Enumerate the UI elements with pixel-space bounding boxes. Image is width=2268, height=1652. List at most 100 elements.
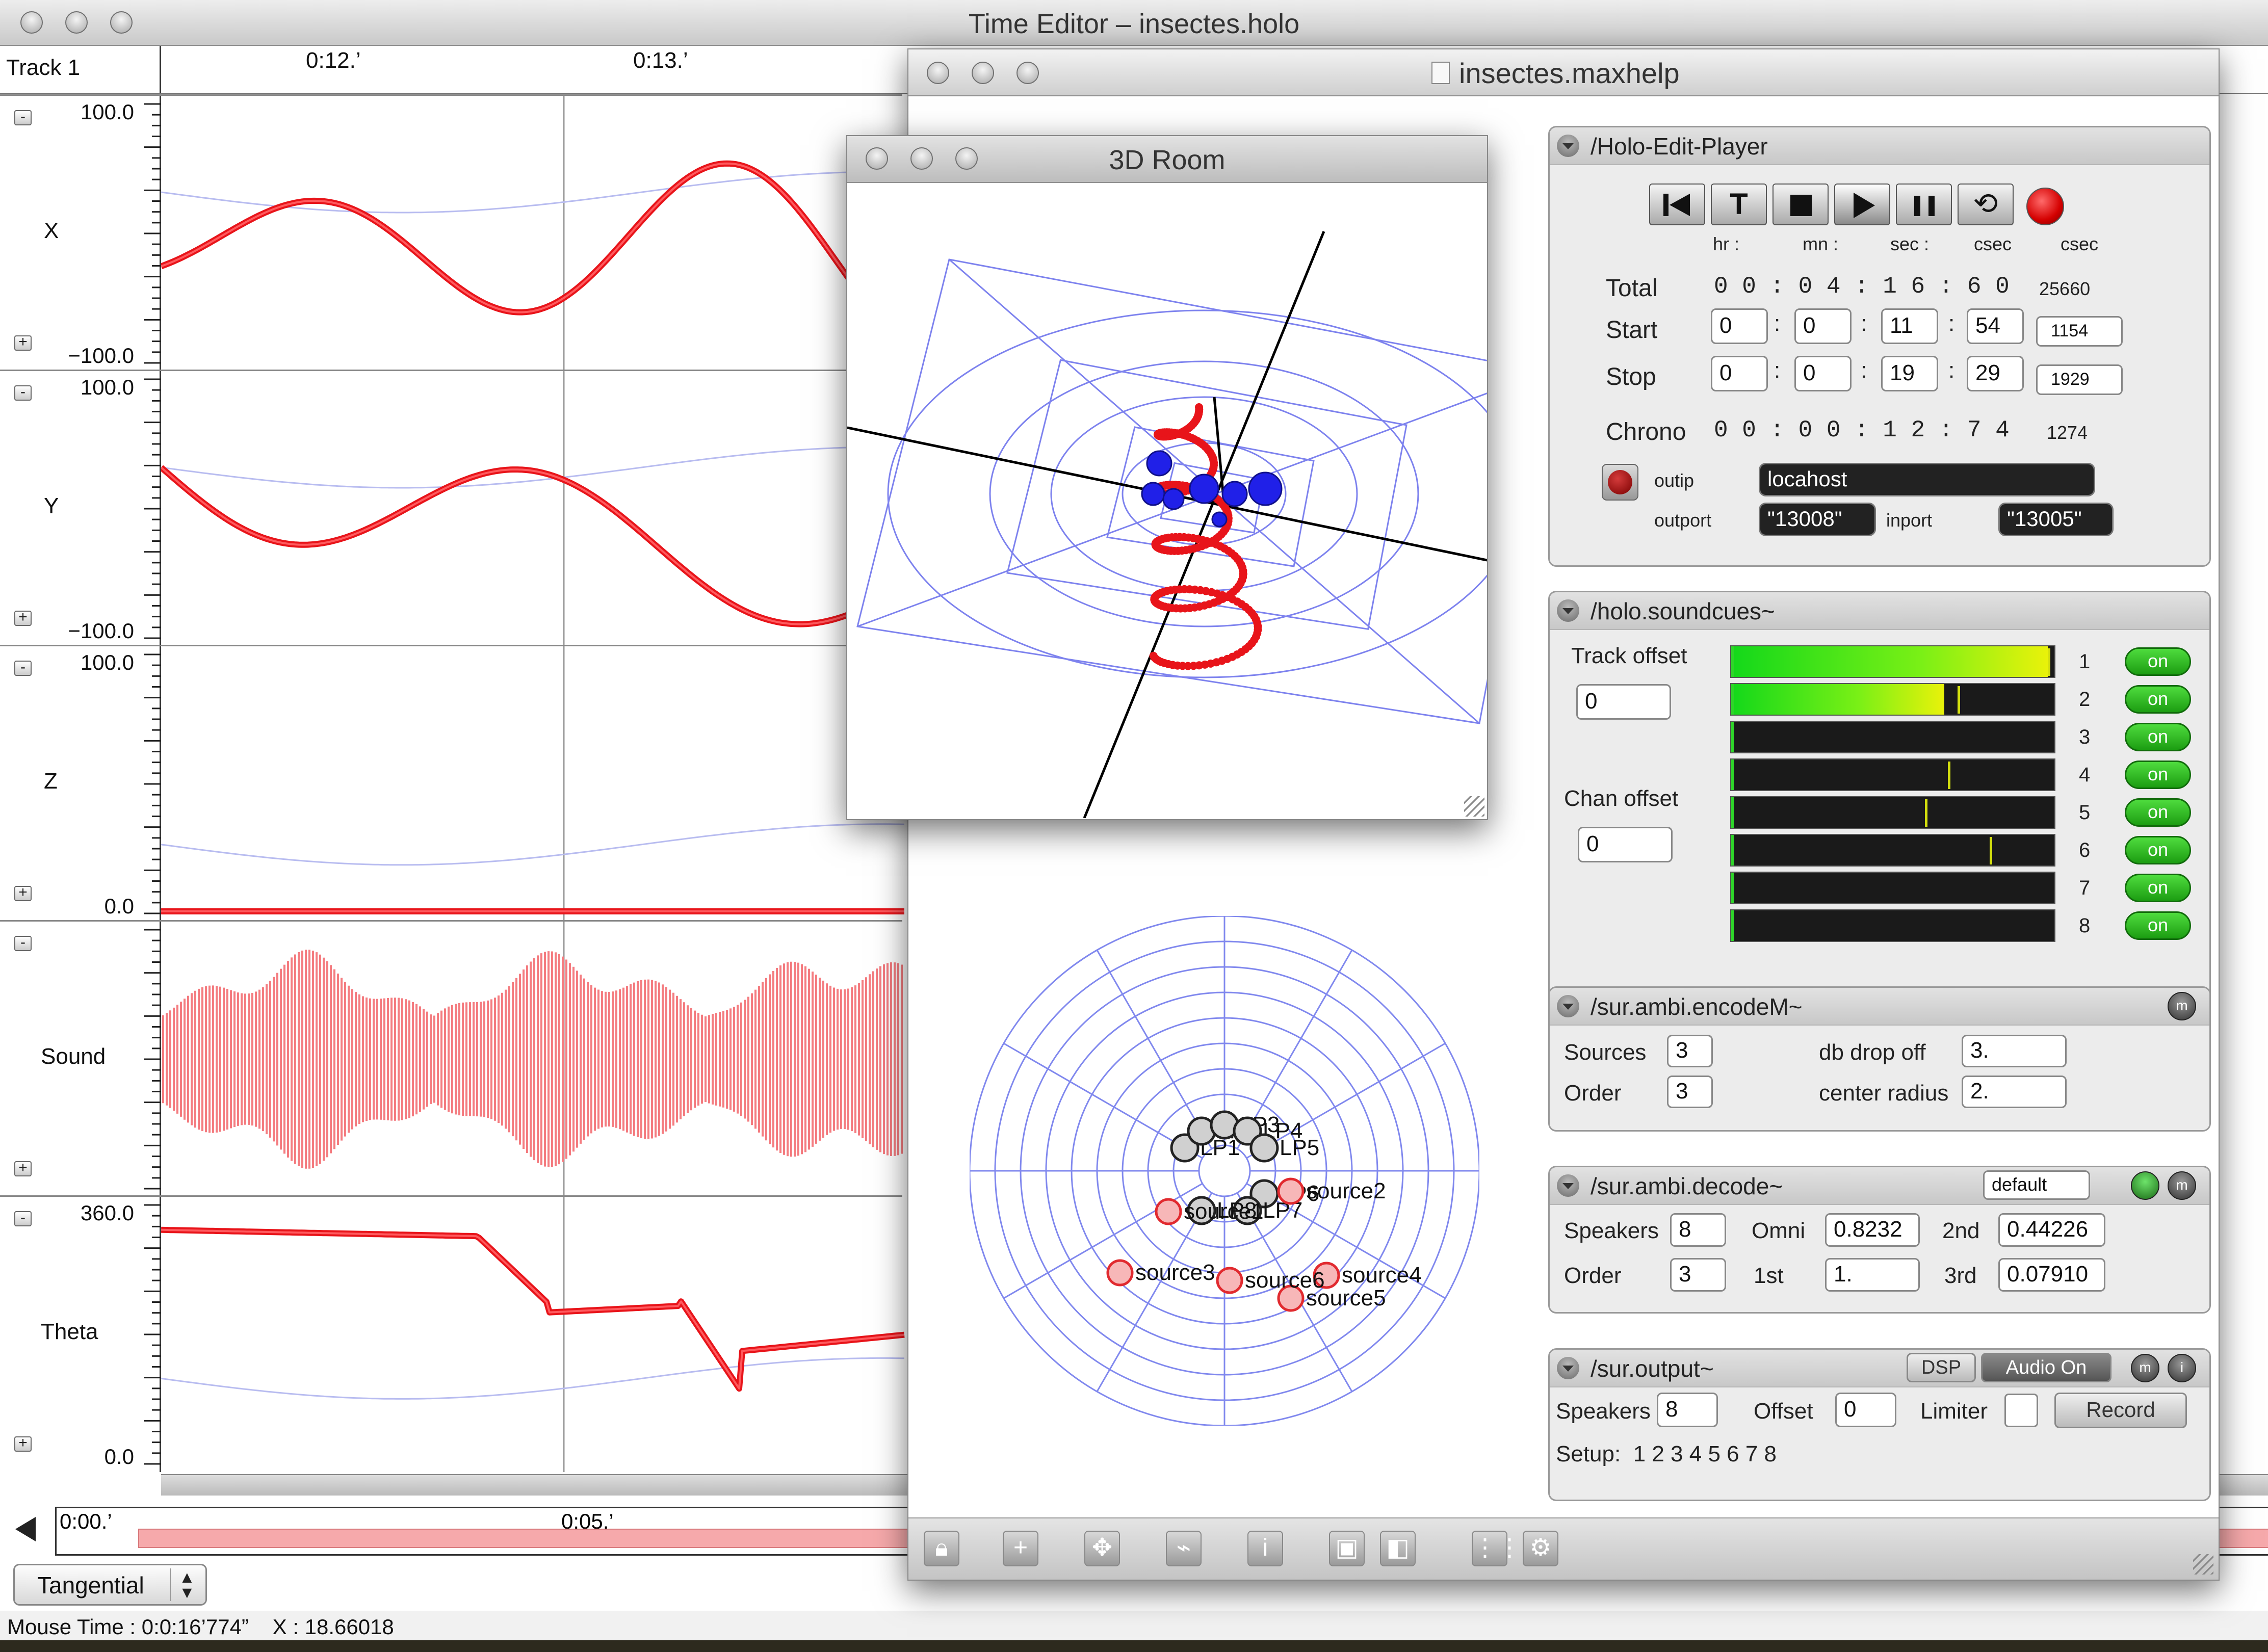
preset-field[interactable]: default [1983, 1170, 2090, 1200]
record-button[interactable]: Record [2054, 1393, 2187, 1428]
speaker-sphere[interactable] [1248, 471, 1283, 506]
channel-on-toggle[interactable]: on [2125, 798, 2191, 827]
audio-on-button[interactable]: Audio On [1981, 1353, 2111, 1382]
settings-icon[interactable]: ⚙︎ [1523, 1531, 1558, 1566]
track-offset-field[interactable]: 0 [1576, 684, 1671, 720]
start-mn-field[interactable]: 0 [1794, 308, 1852, 344]
panel-header[interactable]: /sur.ambi.encodeM~ m [1550, 988, 2209, 1026]
output-speakers-field[interactable]: 8 [1657, 1393, 1718, 1427]
decode-order-field[interactable]: 3 [1670, 1258, 1726, 1292]
stop-button[interactable] [1772, 183, 1829, 225]
source-node[interactable] [1155, 1198, 1182, 1225]
collapse-button[interactable]: - [14, 1210, 32, 1226]
panel-header[interactable]: /holo.soundcues~ [1550, 592, 2209, 630]
speaker-map[interactable]: LP1LP2LP3LP4LP5LP6LP7LP8source1source2so… [970, 916, 1479, 1426]
order-field[interactable]: 3 [1667, 1076, 1713, 1108]
bring-front-icon[interactable]: ▣ [1329, 1531, 1365, 1566]
move-icon[interactable]: ✥ [1084, 1531, 1120, 1566]
panel-header[interactable]: /Holo-Edit-Player [1550, 127, 2209, 165]
time-editor-titlebar[interactable]: Time Editor – insectes.holo [0, 0, 2268, 46]
room-3d-titlebar[interactable]: 3D Room [847, 136, 1487, 183]
third-order-field[interactable]: 0.07910 [1998, 1258, 2105, 1292]
track-row-sound[interactable]: - + Sound [0, 920, 905, 1197]
send-back-icon[interactable]: ◧ [1380, 1531, 1416, 1566]
close-button[interactable] [927, 62, 949, 84]
expand-button[interactable]: + [14, 885, 32, 901]
speaker-sphere[interactable] [1162, 488, 1185, 510]
track-row-x[interactable]: - + X 100.0 −100.0 [0, 94, 905, 371]
info-button[interactable]: i [2168, 1354, 2196, 1382]
speaker-sphere[interactable] [1146, 450, 1172, 477]
channel-on-toggle[interactable]: on [2125, 647, 2191, 676]
collapse-button[interactable]: - [14, 935, 32, 951]
stop-csec-total[interactable]: 1929 [2036, 364, 2123, 395]
start-csec-field[interactable]: 54 [1967, 308, 2024, 344]
track-name[interactable]: Track 1 [6, 55, 80, 81]
channel-on-toggle[interactable]: on [2125, 761, 2191, 789]
lock-icon[interactable]: 🔒︎ [924, 1531, 959, 1566]
source-node[interactable] [1277, 1177, 1305, 1205]
speaker-sphere[interactable] [1211, 511, 1228, 528]
rewind-button[interactable] [1649, 183, 1705, 225]
start-sec-field[interactable]: 11 [1881, 308, 1938, 344]
inport-field[interactable]: "13005" [1998, 503, 2114, 536]
channel-on-toggle[interactable]: on [2125, 685, 2191, 714]
track-curve-area[interactable] [161, 96, 905, 371]
speaker-sphere[interactable] [1189, 474, 1219, 504]
decode-speakers-field[interactable]: 8 [1670, 1213, 1726, 1247]
first-order-field[interactable]: 1. [1825, 1258, 1920, 1292]
collapse-button[interactable]: - [14, 109, 32, 125]
chan-offset-field[interactable]: 0 [1578, 827, 1673, 862]
play-button[interactable] [1834, 183, 1890, 225]
mute-button[interactable]: m [2131, 1354, 2159, 1382]
stop-hr-field[interactable]: 0 [1711, 356, 1768, 391]
stop-sec-field[interactable]: 19 [1881, 356, 1938, 391]
mute-button[interactable]: m [2168, 1171, 2196, 1200]
speaker-node[interactable] [1249, 1133, 1279, 1163]
collapse-triangle-icon[interactable] [1557, 599, 1579, 622]
expand-button[interactable]: + [14, 1435, 32, 1452]
center-radius-field[interactable]: 2. [1962, 1076, 2067, 1108]
dsp-button[interactable]: DSP [1907, 1353, 1976, 1382]
pause-button[interactable] [1896, 183, 1952, 225]
info-icon[interactable]: i [1247, 1531, 1283, 1566]
expand-button[interactable]: + [14, 1160, 32, 1176]
sources-field[interactable]: 3 [1667, 1035, 1713, 1067]
maxhelp-titlebar[interactable]: insectes.maxhelp [908, 49, 2219, 96]
channel-on-toggle[interactable]: on [2125, 874, 2191, 902]
channel-on-toggle[interactable]: on [2125, 723, 2191, 751]
track-curve-area[interactable] [161, 646, 905, 922]
panel-header[interactable]: /sur.ambi.decode~ default m [1550, 1167, 2209, 1205]
graph-icon[interactable]: ⌁ [1166, 1531, 1202, 1566]
curve-mode-select[interactable]: Tangential ▲ ▼ [13, 1564, 207, 1606]
overview-left-arrow-icon[interactable] [15, 1517, 36, 1541]
track-row-theta[interactable]: - + Theta 360.0 0.0 [0, 1195, 905, 1472]
source-node[interactable] [1106, 1259, 1134, 1287]
second-order-field[interactable]: 0.44226 [1998, 1213, 2105, 1247]
channel-on-toggle[interactable]: on [2125, 911, 2191, 940]
collapse-triangle-icon[interactable] [1557, 1357, 1579, 1379]
collapse-button[interactable]: - [14, 660, 32, 676]
start-csec-total[interactable]: 1154 [2036, 316, 2123, 347]
collapse-button[interactable]: - [14, 384, 32, 401]
panel-header[interactable]: /sur.output~ DSP Audio On m i [1550, 1350, 2209, 1387]
loop-button[interactable]: ⟲ [1958, 183, 2014, 225]
resize-grip-icon[interactable] [1464, 796, 1484, 817]
track-curve-area[interactable] [161, 371, 905, 646]
connect-toggle[interactable] [1602, 464, 1638, 501]
stop-csec-field[interactable]: 29 [1967, 356, 2024, 391]
record-button[interactable] [2026, 188, 2064, 225]
grid-icon[interactable]: ⋮⋮ [1472, 1531, 1522, 1566]
collapse-triangle-icon[interactable] [1557, 1174, 1579, 1197]
source-node[interactable] [1216, 1267, 1243, 1294]
start-hr-field[interactable]: 0 [1711, 308, 1768, 344]
track-curve-area[interactable] [161, 1197, 905, 1472]
track-row-z[interactable]: - + Z 100.0 0.0 [0, 645, 905, 922]
expand-button[interactable]: + [14, 610, 32, 626]
track-curve-area[interactable] [161, 922, 905, 1197]
outport-field[interactable]: "13008" [1759, 503, 1876, 536]
channel-on-toggle[interactable]: on [2125, 836, 2191, 864]
limiter-checkbox[interactable] [2004, 1394, 2038, 1427]
db-drop-field[interactable]: 3. [1962, 1035, 2067, 1067]
outip-field[interactable]: locahost [1759, 463, 2095, 496]
